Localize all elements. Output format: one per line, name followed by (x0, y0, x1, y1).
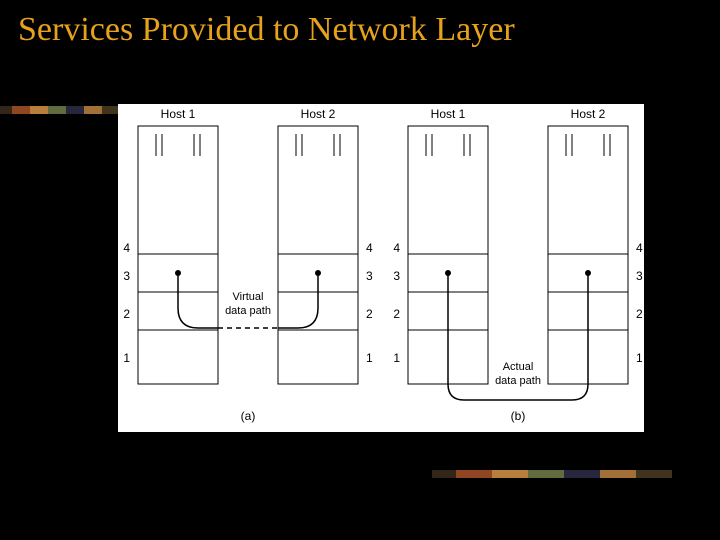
a-h1-layer3: 3 (123, 269, 130, 283)
diagram: Host 1 Host 2 4 3 2 1 4 3 2 1 Virtual da… (118, 104, 644, 432)
accent-bar-bottom (432, 470, 672, 478)
a-h2-layer1: 1 (366, 351, 373, 365)
b-h2-layer4: 4 (636, 241, 643, 255)
a-h1-layer4: 4 (123, 241, 130, 255)
a-host1-stack (138, 126, 218, 384)
diagram-svg: Host 1 Host 2 4 3 2 1 4 3 2 1 Virtual da… (118, 104, 644, 432)
b-actual-label-2: data path (495, 375, 541, 387)
a-h2-layer2: 2 (366, 307, 373, 321)
a-host2-label: Host 2 (301, 107, 336, 121)
b-h2-layer1: 1 (636, 351, 643, 365)
accent-bar-top (0, 106, 120, 114)
b-h1-layer3: 3 (393, 269, 400, 283)
a-virtual-label-2: data path (225, 305, 271, 317)
a-h1-layer1: 1 (123, 351, 130, 365)
b-caption: (b) (511, 409, 526, 423)
a-h2-layer4: 4 (366, 241, 373, 255)
b-host2-label: Host 2 (571, 107, 606, 121)
b-h1-layer1: 1 (393, 351, 400, 365)
b-actual-label-1: Actual (503, 361, 534, 373)
b-h2-layer3: 3 (636, 269, 643, 283)
a-h1-layer2: 2 (123, 307, 130, 321)
a-virtual-label-1: Virtual (233, 291, 264, 303)
b-host1-label: Host 1 (431, 107, 466, 121)
a-caption: (a) (241, 409, 256, 423)
b-h2-layer2: 2 (636, 307, 643, 321)
a-host2-stack (278, 126, 358, 384)
a-host1-label: Host 1 (161, 107, 196, 121)
a-h2-layer3: 3 (366, 269, 373, 283)
page-title: Services Provided to Network Layer (0, 0, 720, 55)
b-h1-layer2: 2 (393, 307, 400, 321)
b-h1-layer4: 4 (393, 241, 400, 255)
